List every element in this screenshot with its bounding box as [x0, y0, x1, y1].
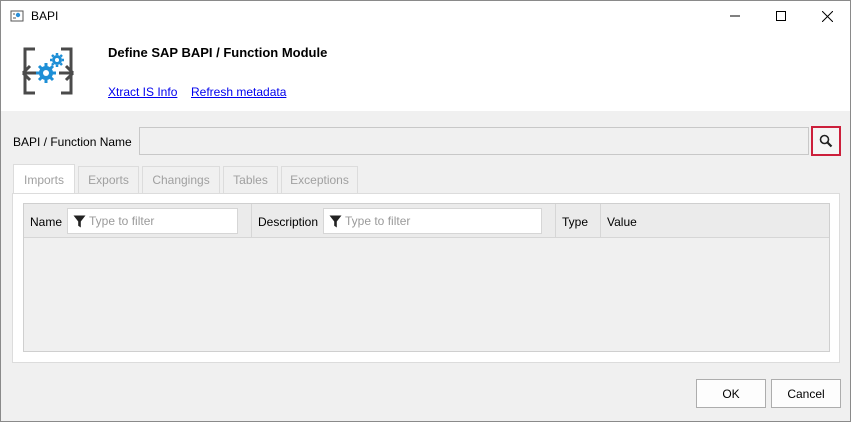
grid-header: Name Type to filter Description Type to … — [24, 204, 829, 238]
column-name: Name Type to filter — [24, 204, 252, 238]
title-bar: BAPI — [1, 1, 850, 31]
column-value: Value — [601, 204, 829, 238]
minimize-button[interactable] — [712, 1, 758, 31]
refresh-metadata-link[interactable]: Refresh metadata — [191, 85, 286, 99]
dialog-header: Define SAP BAPI / Function Module Xtract… — [1, 31, 850, 111]
gears-arrows-icon — [21, 47, 75, 95]
column-name-label: Name — [30, 215, 63, 229]
column-description: Description Type to filter — [252, 204, 556, 238]
search-button[interactable] — [811, 126, 841, 156]
column-value-label: Value — [607, 215, 637, 229]
column-description-label: Description — [258, 215, 319, 229]
filter-icon — [73, 215, 86, 227]
tab-exports[interactable]: Exports — [78, 166, 139, 193]
function-name-label: BAPI / Function Name — [13, 135, 132, 149]
window-title: BAPI — [31, 9, 59, 23]
name-filter-input[interactable]: Type to filter — [67, 208, 238, 234]
search-icon — [819, 134, 833, 148]
column-type: Type — [556, 204, 601, 238]
name-filter-placeholder: Type to filter — [89, 214, 155, 228]
column-type-label: Type — [562, 215, 589, 229]
tab-exceptions[interactable]: Exceptions — [281, 166, 358, 193]
bapi-app-icon — [10, 10, 24, 22]
cancel-button[interactable]: Cancel — [771, 379, 841, 408]
maximize-button[interactable] — [758, 1, 804, 31]
tab-changings[interactable]: Changings — [142, 166, 220, 193]
tab-tables[interactable]: Tables — [223, 166, 278, 193]
filter-icon — [329, 215, 342, 227]
page-title: Define SAP BAPI / Function Module — [108, 45, 328, 60]
bapi-dialog: BAPI Define SAP BAPI / Function Module X… — [0, 0, 851, 422]
minimize-icon — [730, 15, 740, 17]
imports-grid: Name Type to filter Description Type to … — [23, 203, 830, 352]
ok-button[interactable]: OK — [696, 379, 766, 408]
close-icon — [821, 10, 833, 22]
close-button[interactable] — [804, 1, 850, 31]
description-filter-placeholder: Type to filter — [345, 214, 411, 228]
tab-imports[interactable]: Imports — [13, 164, 75, 194]
function-name-input[interactable] — [139, 127, 809, 155]
maximize-icon — [776, 11, 786, 21]
xtract-is-info-link[interactable]: Xtract IS Info — [108, 85, 177, 99]
description-filter-input[interactable]: Type to filter — [323, 208, 542, 234]
